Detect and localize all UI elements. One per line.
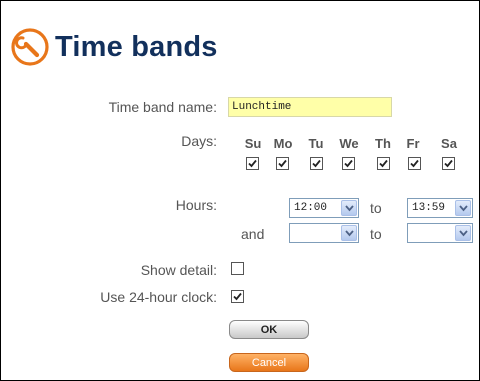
show-detail-checkbox[interactable] bbox=[231, 262, 244, 275]
and-label: and bbox=[241, 226, 265, 242]
hours-to-2-select[interactable] bbox=[407, 223, 473, 243]
time-band-name-label: Time band name: bbox=[108, 99, 217, 115]
cancel-button[interactable]: Cancel bbox=[229, 353, 309, 372]
day-checkbox-mo[interactable] bbox=[276, 157, 289, 170]
day-checkbox-sa[interactable] bbox=[442, 157, 455, 170]
hours-from-2-select[interactable] bbox=[289, 223, 359, 243]
hours-from-1-value: 12:00 bbox=[294, 202, 328, 214]
check-icon bbox=[344, 159, 353, 168]
ok-button[interactable]: OK bbox=[229, 320, 309, 339]
day-label-mo: Mo bbox=[273, 136, 293, 151]
to-label-1: to bbox=[370, 200, 382, 216]
hours-to-1-select[interactable]: 13:59 bbox=[407, 198, 473, 218]
check-icon bbox=[278, 159, 287, 168]
day-checkbox-fr[interactable] bbox=[408, 157, 421, 170]
days-label: Days: bbox=[181, 133, 217, 149]
check-icon bbox=[312, 159, 321, 168]
check-icon bbox=[444, 159, 453, 168]
day-label-su: Su bbox=[244, 136, 262, 151]
wrench-icon bbox=[11, 28, 49, 66]
use-24-hour-clock-checkbox[interactable] bbox=[231, 290, 244, 303]
to-label-2: to bbox=[370, 226, 382, 242]
time-band-name-input[interactable]: Lunchtime bbox=[228, 97, 392, 117]
day-checkbox-su[interactable] bbox=[246, 157, 259, 170]
day-label-sa: Sa bbox=[441, 136, 457, 151]
check-icon bbox=[233, 292, 242, 301]
chevron-down-icon[interactable] bbox=[341, 200, 357, 216]
day-checkbox-we[interactable] bbox=[342, 157, 355, 170]
day-checkbox-th[interactable] bbox=[377, 157, 390, 170]
use-24-hour-clock-label: Use 24-hour clock: bbox=[100, 289, 217, 305]
day-label-tu: Tu bbox=[308, 136, 324, 151]
chevron-down-icon[interactable] bbox=[455, 225, 471, 241]
page-frame: Time bands Time band name: Lunchtime Day… bbox=[0, 0, 480, 381]
day-label-th: Th bbox=[375, 136, 391, 151]
day-checkbox-tu[interactable] bbox=[310, 157, 323, 170]
day-label-we: We bbox=[339, 136, 359, 151]
chevron-down-icon[interactable] bbox=[455, 200, 471, 216]
hours-to-1-value: 13:59 bbox=[412, 202, 446, 214]
show-detail-label: Show detail: bbox=[140, 262, 217, 278]
check-icon bbox=[248, 159, 257, 168]
day-label-fr: Fr bbox=[406, 136, 420, 151]
chevron-down-icon[interactable] bbox=[341, 225, 357, 241]
check-icon bbox=[379, 159, 388, 168]
hours-from-1-select[interactable]: 12:00 bbox=[289, 198, 359, 218]
check-icon bbox=[410, 159, 419, 168]
page-title: Time bands bbox=[55, 30, 218, 63]
hours-label: Hours: bbox=[175, 197, 217, 213]
page-header: Time bands bbox=[11, 27, 218, 67]
